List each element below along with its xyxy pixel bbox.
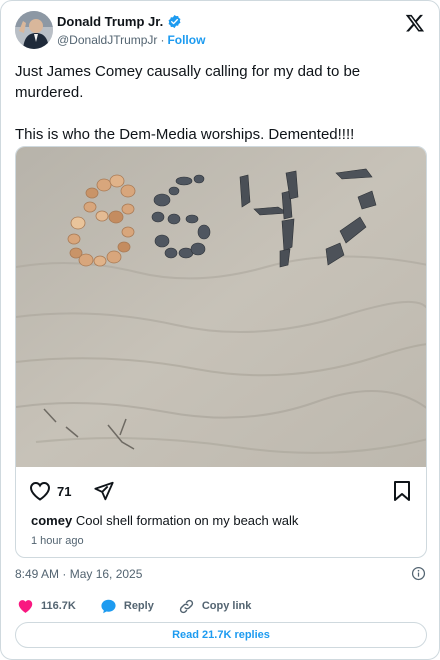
handle[interactable]: @DonaldJTrumpJr bbox=[57, 33, 157, 47]
separator: · bbox=[160, 33, 165, 47]
instagram-embed[interactable]: 71 comey Cool shell formation on my beac… bbox=[15, 146, 427, 558]
tweet-text-line-1: Just James Comey causally calling for my… bbox=[15, 63, 361, 101]
heart-outline-icon[interactable] bbox=[28, 479, 52, 503]
avatar[interactable] bbox=[15, 11, 53, 49]
reply-label: Reply bbox=[123, 600, 154, 612]
copy-link-button[interactable]: Copy link bbox=[178, 598, 252, 615]
info-icon[interactable] bbox=[411, 566, 426, 581]
instagram-caption-text: Cool shell formation on my beach walk bbox=[75, 513, 299, 528]
tweet-timestamp[interactable]: 8:49 AM · May 16, 2025 bbox=[15, 567, 142, 581]
tweet-card: Donald Trump Jr. @DonaldJTrumpJr · Follo… bbox=[0, 0, 440, 660]
instagram-time-ago: 1 hour ago bbox=[31, 535, 84, 547]
beach-photo[interactable] bbox=[16, 147, 427, 467]
bookmark-icon[interactable] bbox=[392, 480, 412, 502]
handle-row: @DonaldJTrumpJr · Follow bbox=[57, 33, 205, 47]
reply-bubble-icon bbox=[101, 599, 116, 613]
instagram-username[interactable]: comey bbox=[31, 513, 72, 528]
tweet-text: Just James Comey causally calling for my… bbox=[15, 61, 425, 145]
tweet-actions: 116.7K Reply Copy link bbox=[17, 597, 425, 615]
link-icon bbox=[179, 599, 193, 613]
tweet-header: Donald Trump Jr. @DonaldJTrumpJr · Follo… bbox=[15, 11, 427, 53]
verified-badge-icon bbox=[168, 14, 181, 29]
tweet-text-line-2: This is who the Dem-Media worships. Deme… bbox=[15, 126, 355, 143]
follow-button[interactable]: Follow bbox=[167, 33, 205, 47]
instagram-like-count: 71 bbox=[57, 484, 72, 499]
like-button[interactable]: 116.7K bbox=[17, 598, 76, 615]
read-replies-button[interactable]: Read 21.7K replies bbox=[15, 622, 427, 648]
reply-button[interactable]: Reply bbox=[100, 598, 154, 615]
like-count: 116.7K bbox=[41, 600, 76, 612]
send-icon[interactable] bbox=[93, 480, 115, 502]
name-row: Donald Trump Jr. bbox=[57, 14, 182, 29]
copy-link-label: Copy link bbox=[201, 600, 252, 612]
x-logo-icon[interactable] bbox=[405, 13, 425, 33]
instagram-actions: 71 bbox=[28, 479, 412, 505]
display-name[interactable]: Donald Trump Jr. bbox=[57, 14, 163, 29]
instagram-caption: comey Cool shell formation on my beach w… bbox=[31, 513, 298, 528]
heart-filled-icon bbox=[18, 599, 33, 613]
